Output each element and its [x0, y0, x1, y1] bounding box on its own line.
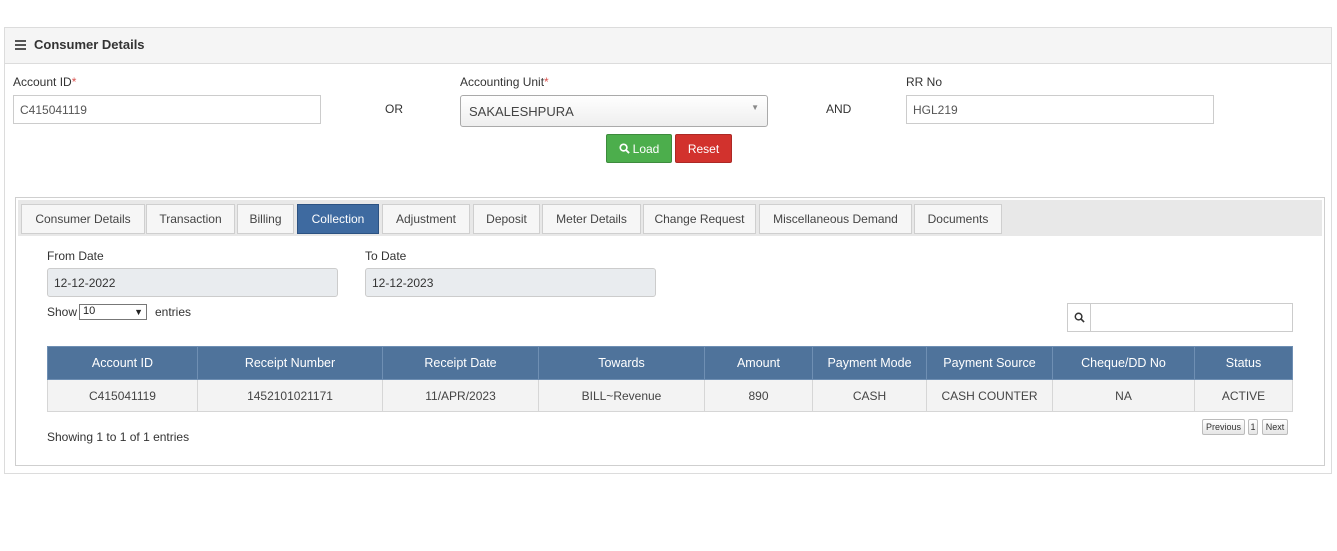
or-separator: OR — [385, 102, 403, 116]
column-header[interactable]: Account ID — [47, 346, 198, 380]
menu-icon — [15, 40, 26, 50]
tab-meter-details[interactable]: Meter Details — [542, 204, 641, 234]
table-info: Showing 1 to 1 of 1 entries — [47, 430, 190, 444]
panel-header: Consumer Details — [5, 28, 1331, 64]
column-header[interactable]: Receipt Number — [197, 346, 383, 380]
from-date-input[interactable] — [47, 268, 338, 297]
collection-table: Account ID Receipt Number Receipt Date T… — [47, 346, 1293, 412]
and-separator: AND — [826, 102, 852, 116]
tab-bar: Consumer Details Transaction Billing Col… — [18, 200, 1322, 236]
column-header[interactable]: Towards — [538, 346, 705, 380]
column-header[interactable]: Receipt Date — [382, 346, 539, 380]
table-cell: 890 — [704, 379, 813, 412]
table-search — [1067, 303, 1293, 332]
reset-button[interactable]: Reset — [675, 134, 732, 163]
load-button[interactable]: Load — [606, 134, 672, 163]
column-header[interactable]: Status — [1194, 346, 1293, 380]
account-id-input[interactable] — [13, 95, 321, 124]
previous-page-button[interactable]: Previous — [1202, 419, 1245, 435]
entries-label: entries — [155, 305, 192, 319]
tab-miscellaneous-demand[interactable]: Miscellaneous Demand — [759, 204, 912, 234]
entries-value: 10 — [83, 305, 96, 317]
table-cell: ACTIVE — [1194, 379, 1293, 412]
column-header[interactable]: Cheque/DD No — [1052, 346, 1195, 380]
consumer-details-panel: Consumer Details Account ID* OR Accounti… — [4, 27, 1332, 474]
tab-documents[interactable]: Documents — [914, 204, 1002, 234]
table-row: C415041119 1452101021171 11/APR/2023 BIL… — [47, 379, 1293, 412]
load-button-label: Load — [632, 141, 660, 156]
to-date-input[interactable] — [365, 268, 656, 297]
search-icon — [1068, 304, 1091, 331]
table-cell: CASH — [812, 379, 927, 412]
accounting-unit-value: SAKALESHPURA — [469, 104, 574, 119]
tab-change-request[interactable]: Change Request — [643, 204, 756, 234]
chevron-down-icon: ▼ — [134, 307, 143, 317]
page-1-button[interactable]: 1 — [1248, 419, 1258, 435]
table-search-input[interactable] — [1092, 305, 1288, 330]
account-id-label: Account ID* — [13, 75, 77, 89]
column-header[interactable]: Payment Mode — [812, 346, 927, 380]
search-icon — [619, 143, 630, 154]
reset-button-label: Reset — [687, 141, 720, 156]
show-label: Show — [47, 305, 78, 319]
column-header[interactable]: Payment Source — [926, 346, 1053, 380]
table-cell: CASH COUNTER — [926, 379, 1053, 412]
tab-billing[interactable]: Billing — [237, 204, 294, 234]
entries-per-page-select[interactable]: 10 ▼ — [79, 304, 147, 320]
from-date-label: From Date — [47, 249, 104, 263]
table-cell: NA — [1052, 379, 1195, 412]
column-header[interactable]: Amount — [704, 346, 813, 380]
to-date-label: To Date — [365, 249, 407, 263]
chevron-down-icon: ▼ — [751, 103, 759, 112]
rr-no-input[interactable] — [906, 95, 1214, 124]
table-header-row: Account ID Receipt Number Receipt Date T… — [47, 346, 1293, 380]
accounting-unit-select[interactable]: SAKALESHPURA ▼ — [460, 95, 768, 127]
table-cell: BILL~Revenue — [538, 379, 705, 412]
required-mark: * — [71, 75, 77, 89]
table-cell: 11/APR/2023 — [382, 379, 539, 412]
table-cell: 1452101021171 — [197, 379, 383, 412]
panel-title: Consumer Details — [34, 37, 145, 52]
tab-adjustment[interactable]: Adjustment — [382, 204, 470, 234]
tab-collection[interactable]: Collection — [297, 204, 379, 234]
tab-consumer-details[interactable]: Consumer Details — [21, 204, 145, 234]
accounting-unit-label: Accounting Unit* — [460, 75, 549, 89]
rr-no-label: RR No — [906, 75, 943, 89]
tab-deposit[interactable]: Deposit — [473, 204, 540, 234]
tab-transaction[interactable]: Transaction — [146, 204, 235, 234]
table-cell: C415041119 — [47, 379, 198, 412]
required-mark: * — [544, 75, 549, 89]
next-page-button[interactable]: Next — [1262, 419, 1288, 435]
